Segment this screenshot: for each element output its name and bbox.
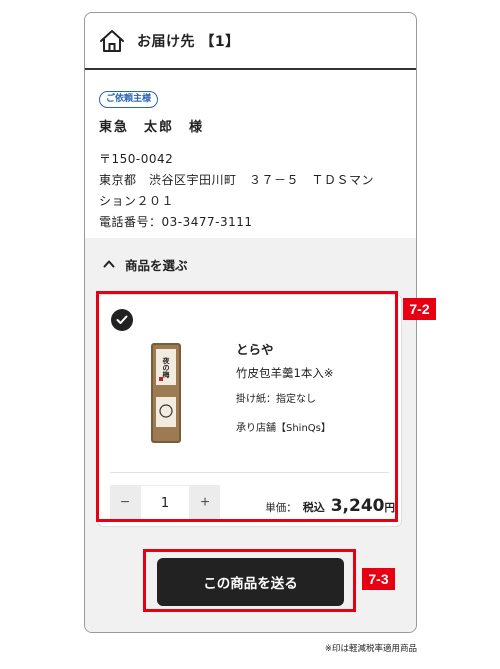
chevron-up-icon — [103, 258, 115, 270]
annotation-tag-7-2: 7-2 — [403, 298, 436, 320]
address-block: ご依頼主様 東急 太郎 様 〒150-0042 東京都 渋谷区宇田川町 ３７－５… — [85, 70, 416, 237]
footnote: ※印は軽減税率適用商品 — [324, 644, 417, 654]
address-line-1: 東京都 渋谷区宇田川町 ３７－５ ＴＤＳマン — [99, 173, 375, 187]
delivery-header: お届け先 【1】 — [85, 13, 416, 70]
home-icon — [99, 28, 125, 54]
requester-badge: ご依頼主様 — [99, 91, 159, 108]
phone-number: 電話番号：03-3477-3111 — [99, 215, 253, 229]
recipient-name: 東急 太郎 様 — [99, 120, 205, 135]
delivery-title: お届け先 【1】 — [137, 33, 240, 50]
highlight-frame-button — [143, 549, 356, 612]
select-product-toggle[interactable]: 商品を選ぶ — [85, 238, 416, 290]
postal-code: 〒150-0042 — [99, 152, 174, 166]
select-product-label: 商品を選ぶ — [125, 257, 188, 273]
address-line-2: ション２０１ — [99, 194, 175, 208]
highlight-frame-product — [96, 291, 398, 522]
annotation-tag-7-3: 7-3 — [362, 568, 395, 590]
